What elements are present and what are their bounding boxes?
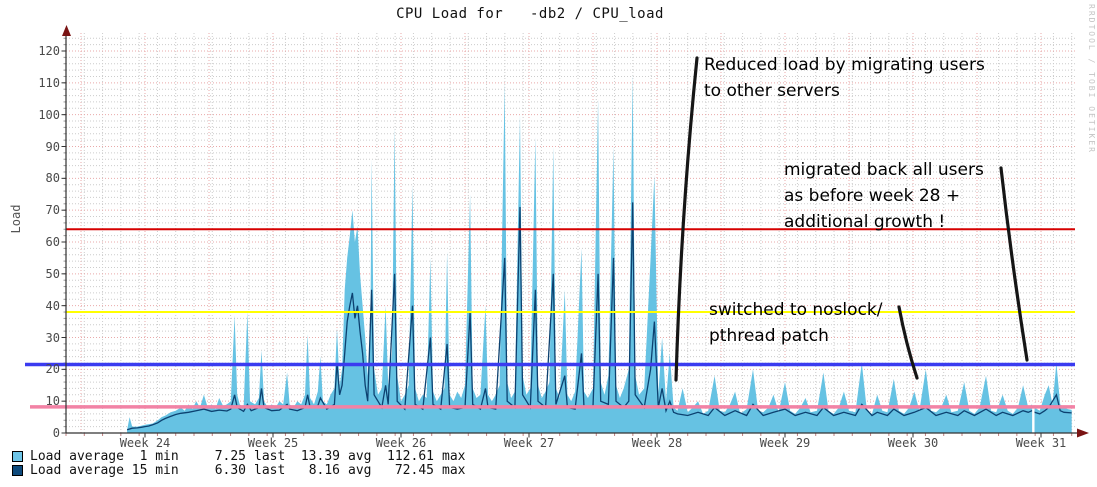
- legend-label: Load average 1 min: [30, 449, 190, 464]
- legend-max-unit: max: [442, 449, 472, 464]
- annotation-arrow-3: [899, 307, 917, 378]
- chart-title: CPU Load for -db2 / CPU_load: [340, 6, 720, 22]
- y-tick-label: 60: [20, 235, 60, 249]
- annotation-arrow-1: [676, 58, 697, 380]
- legend-last-value: 6.30: [190, 463, 246, 478]
- y-tick-label: 80: [20, 171, 60, 185]
- annotation-text-2: migrated back all users as before week 2…: [784, 157, 984, 235]
- x-tick-label: Week 26: [366, 436, 436, 450]
- x-axis-arrow-icon: [1077, 429, 1089, 438]
- rrdtool-graph: CPU Load for -db2 / CPU_load RRDTOOL / T…: [0, 0, 1097, 487]
- y-tick-label: 30: [20, 331, 60, 345]
- x-tick-label: Week 31: [1006, 436, 1076, 450]
- annotation-text-1: Reduced load by migrating users to other…: [704, 52, 985, 104]
- y-tick-label: 110: [20, 76, 60, 90]
- series-area-1min: [127, 75, 1072, 433]
- legend-max-unit: max: [442, 463, 472, 478]
- legend-max-value: 72.45: [378, 463, 434, 478]
- legend-avg-value: 8.16: [284, 463, 340, 478]
- x-tick-label: Week 28: [622, 436, 692, 450]
- rrdtool-watermark: RRDTOOL / TOBI OETIKER: [1087, 4, 1096, 154]
- legend-avg-value: 13.39: [284, 449, 340, 464]
- x-tick-label: Week 25: [238, 436, 308, 450]
- legend-swatch-1min-icon: [12, 451, 23, 462]
- legend-row-15min: Load average 15 min 6.30 last 8.16 avg 7…: [12, 464, 472, 477]
- y-tick-label: 20: [20, 362, 60, 376]
- x-tick-label: Week 27: [494, 436, 564, 450]
- legend-label: Load average 15 min: [30, 463, 190, 478]
- x-tick-label: Week 30: [878, 436, 948, 450]
- y-tick-label: 70: [20, 203, 60, 217]
- legend-last-unit: last: [254, 449, 284, 464]
- legend-row-1min: Load average 1 min 7.25 last 13.39 avg 1…: [12, 450, 472, 463]
- y-tick-label: 100: [20, 108, 60, 122]
- y-tick-label: 40: [20, 299, 60, 313]
- y-tick-label: 50: [20, 267, 60, 281]
- y-tick-label: 90: [20, 140, 60, 154]
- y-tick-label: 0: [20, 426, 60, 440]
- y-tick-label: 10: [20, 394, 60, 408]
- x-tick-label: Week 29: [750, 436, 820, 450]
- annotation-text-3: switched to noslock/ pthread patch: [709, 297, 882, 349]
- y-axis-arrow-icon: [62, 25, 71, 36]
- legend-max-value: 112.61: [378, 449, 434, 464]
- legend-last-unit: last: [254, 463, 284, 478]
- legend-avg-unit: avg: [348, 449, 378, 464]
- legend-avg-unit: avg: [348, 463, 378, 478]
- legend-swatch-15min-icon: [12, 465, 23, 476]
- legend-last-value: 7.25: [190, 449, 246, 464]
- x-tick-label: Week 24: [110, 436, 180, 450]
- legend: Load average 1 min 7.25 last 13.39 avg 1…: [12, 450, 472, 478]
- y-tick-label: 120: [20, 44, 60, 58]
